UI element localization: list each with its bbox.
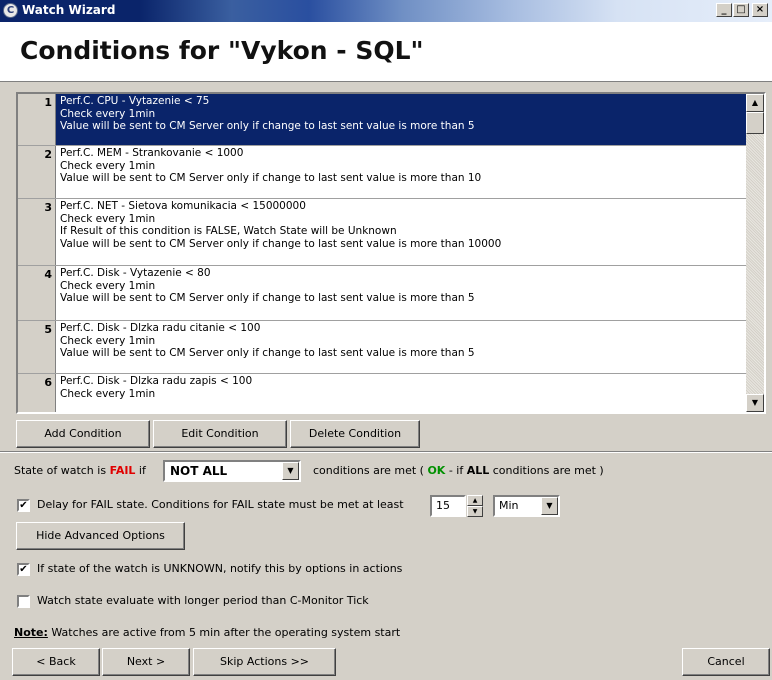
condition-number: 5 xyxy=(18,321,56,373)
scroll-thumb[interactable] xyxy=(746,112,764,134)
delay-label: Delay for FAIL state. Conditions for FAI… xyxy=(37,498,404,511)
condition-text: Perf.C. Disk - Vytazenie < 80 Check every… xyxy=(60,267,475,304)
condition-row-6[interactable]: 6 Perf.C. Disk - Dlzka radu zapis < 100 C… xyxy=(18,374,746,412)
unknown-notify-label: If state of the watch is UNKNOWN, notify… xyxy=(37,562,403,575)
condition-number: 6 xyxy=(18,374,56,412)
chevron-down-icon[interactable]: ▼ xyxy=(541,497,558,515)
maximize-button[interactable]: □ xyxy=(733,3,749,17)
edit-condition-button[interactable]: Edit Condition xyxy=(153,420,287,448)
condition-text: Perf.C. Disk - Dlzka radu zapis < 100 Che… xyxy=(60,375,253,400)
hide-advanced-options-button[interactable]: Hide Advanced Options xyxy=(16,522,185,550)
cancel-button[interactable]: Cancel xyxy=(682,648,770,676)
delay-checkbox[interactable]: ✔ xyxy=(17,499,30,512)
conditions-list[interactable]: 1 Perf.C. CPU - Vytazenie < 75 Check ever… xyxy=(16,92,766,414)
longer-period-checkbox[interactable] xyxy=(17,595,30,608)
state-condition-label: conditions are met ( OK - if ALL conditi… xyxy=(313,464,604,477)
condition-row-5[interactable]: 5 Perf.C. Disk - Dlzka radu citanie < 10… xyxy=(18,321,746,374)
divider xyxy=(0,451,772,453)
list-scrollbar[interactable]: ▲ ▼ xyxy=(746,94,764,412)
condition-text: Perf.C. Disk - Dlzka radu citanie < 100 C… xyxy=(60,322,475,359)
condition-row-1[interactable]: 1 Perf.C. CPU - Vytazenie < 75 Check ever… xyxy=(18,94,746,146)
delay-value-input[interactable]: 15 xyxy=(430,495,466,517)
add-condition-button[interactable]: Add Condition xyxy=(16,420,150,448)
check-icon: ✔ xyxy=(19,564,28,575)
condition-text: Perf.C. NET - Sietova komunikacia < 1500… xyxy=(60,200,502,250)
title-bar: C Watch Wizard _ □ × xyxy=(0,0,772,22)
condition-row-2[interactable]: 2 Perf.C. MEM - Strankovanie < 1000 Check… xyxy=(18,146,746,199)
chevron-down-icon[interactable]: ▼ xyxy=(282,462,299,480)
spin-down-icon[interactable]: ▼ xyxy=(467,506,483,517)
condition-number: 3 xyxy=(18,199,56,265)
back-button[interactable]: < Back xyxy=(12,648,100,676)
condition-text: Perf.C. CPU - Vytazenie < 75 Check every … xyxy=(56,94,746,145)
wizard-header: Conditions for "Vykon - SQL" xyxy=(0,22,772,82)
scroll-down-icon[interactable]: ▼ xyxy=(746,394,764,412)
scroll-up-icon[interactable]: ▲ xyxy=(746,94,764,112)
condition-row-3[interactable]: 3 Perf.C. NET - Sietova komunikacia < 15… xyxy=(18,199,746,266)
delay-unit-select[interactable]: Min ▼ xyxy=(493,495,560,517)
page-title: Conditions for "Vykon - SQL" xyxy=(20,36,424,65)
condition-row-4[interactable]: 4 Perf.C. Disk - Vytazenie < 80 Check eve… xyxy=(18,266,746,321)
condition-number: 4 xyxy=(18,266,56,320)
condition-number: 2 xyxy=(18,146,56,198)
delete-condition-button[interactable]: Delete Condition xyxy=(290,420,420,448)
delay-spinner[interactable]: ▲ ▼ xyxy=(467,495,483,517)
longer-period-label: Watch state evaluate with longer period … xyxy=(37,594,369,607)
note-text: Note: Watches are active from 5 min afte… xyxy=(14,626,401,639)
skip-actions-button[interactable]: Skip Actions >> xyxy=(193,648,336,676)
window-title: Watch Wizard xyxy=(22,3,116,17)
minimize-button[interactable]: _ xyxy=(716,3,732,17)
unknown-notify-checkbox[interactable]: ✔ xyxy=(17,563,30,576)
condition-number: 1 xyxy=(18,94,56,145)
condition-mode-select[interactable]: NOT ALL ▼ xyxy=(163,460,301,482)
check-icon: ✔ xyxy=(19,500,28,511)
next-button[interactable]: Next > xyxy=(102,648,190,676)
state-label: State of watch is FAIL if xyxy=(14,464,146,477)
app-icon: C xyxy=(3,3,18,18)
spin-up-icon[interactable]: ▲ xyxy=(467,495,483,506)
close-button[interactable]: × xyxy=(752,3,768,17)
condition-text: Perf.C. MEM - Strankovanie < 1000 Check e… xyxy=(60,147,482,184)
